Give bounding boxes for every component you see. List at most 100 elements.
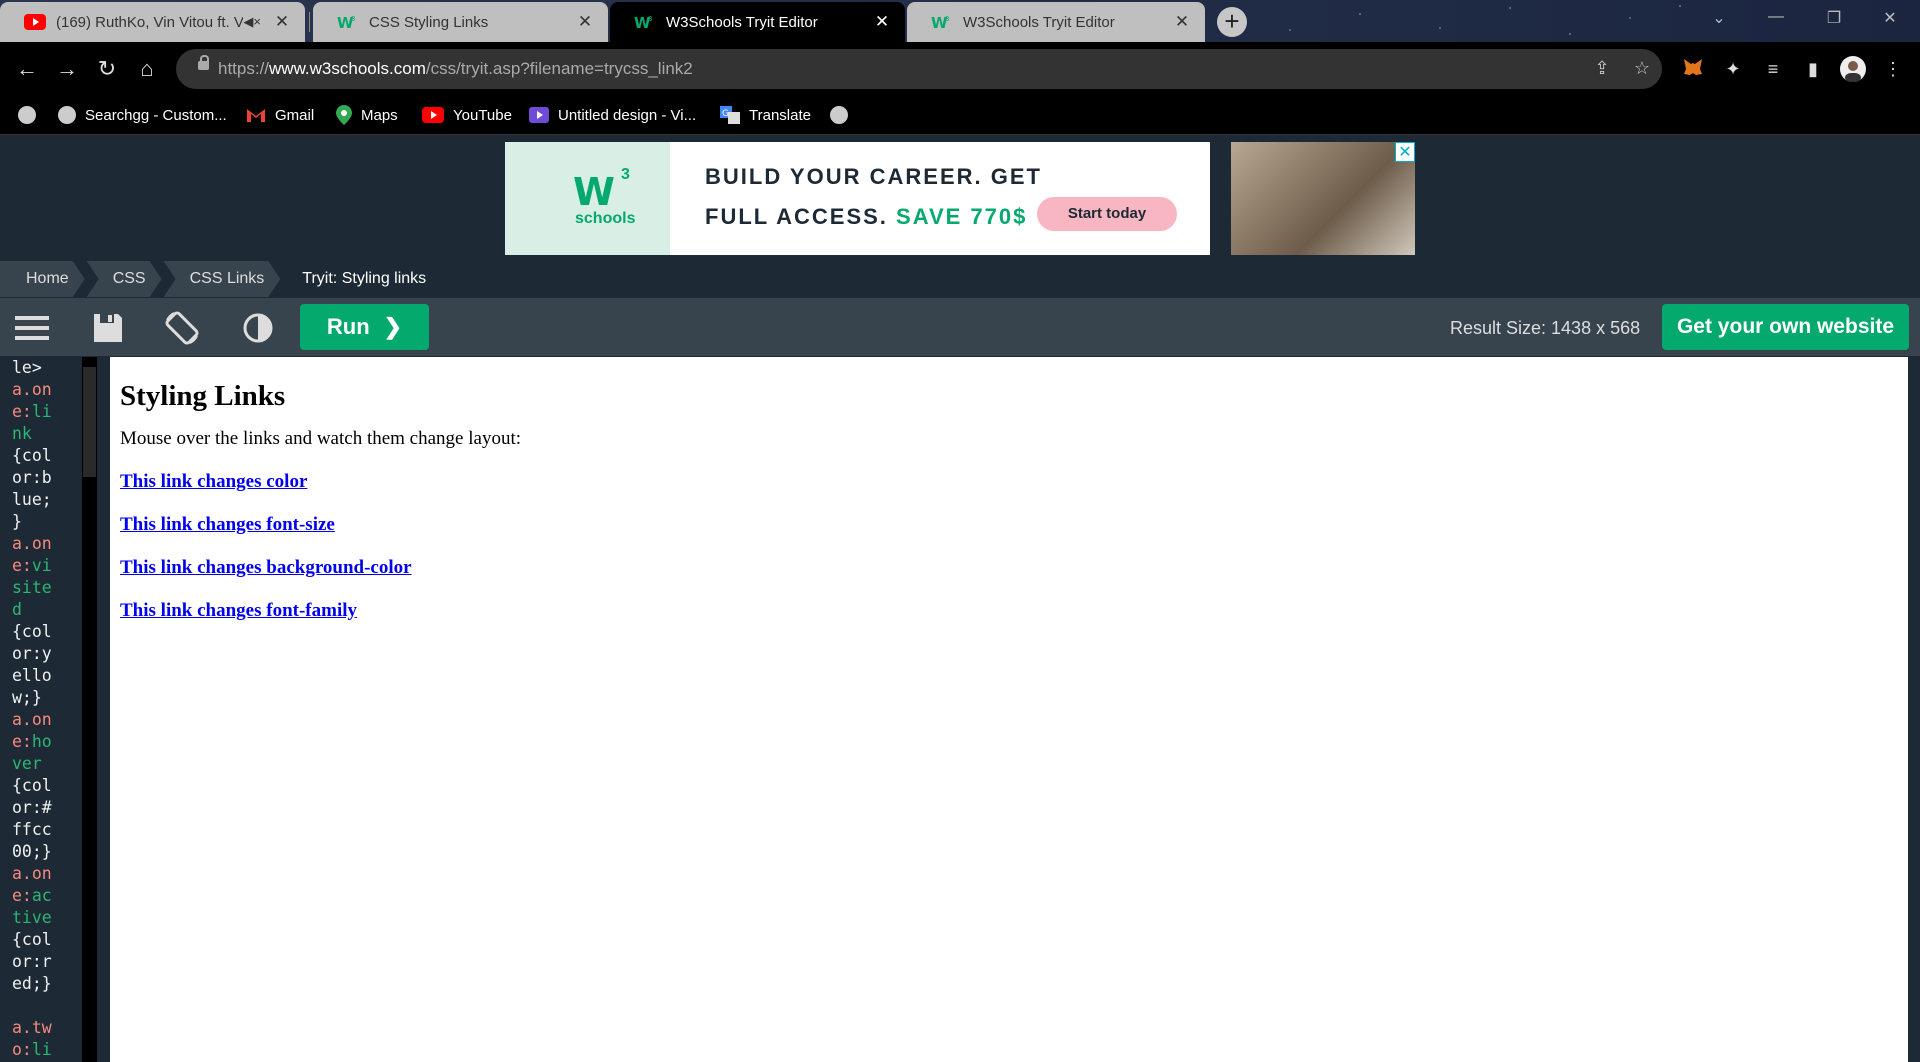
- breadcrumb-css-links[interactable]: CSS Links: [164, 261, 281, 297]
- code-line: {col: [12, 930, 52, 949]
- code-line: d: [12, 600, 22, 619]
- link-changes-font-family[interactable]: This link changes font-family: [120, 600, 357, 621]
- code-editor[interactable]: le> a.on e:li nk {col or:b lue;} a.on e:vi site d {…: [12, 357, 82, 1062]
- tab-close-icon[interactable]: ✕: [576, 12, 594, 32]
- tab-close-icon[interactable]: ✕: [1173, 12, 1191, 32]
- code-line: or:#: [12, 798, 52, 817]
- share-icon[interactable]: ⇪: [1590, 58, 1614, 79]
- code-line: nk: [12, 424, 32, 443]
- run-label: Run: [326, 314, 370, 339]
- browser-toolbar: ← → ↻ ⌂ https://www.w3schools.com/css/tr…: [0, 42, 1920, 96]
- code-line: a.on: [12, 864, 52, 883]
- bookmark-label: Untitled design - Vi...: [558, 106, 697, 124]
- gmail-icon: [247, 109, 265, 122]
- ad-banner[interactable]: W 3 schools BUILD YOUR CAREER. GET FULL …: [505, 142, 1415, 255]
- home-icon[interactable]: ⌂: [132, 54, 162, 84]
- result-frame: Styling Links Mouse over the links and w…: [110, 357, 1908, 1062]
- tab-separator: [309, 12, 310, 32]
- breadcrumb-css[interactable]: CSS: [87, 261, 162, 297]
- tab-close-icon[interactable]: ✕: [873, 12, 891, 32]
- breadcrumb-home[interactable]: Home: [0, 261, 85, 297]
- w3schools-icon: W3: [634, 14, 652, 30]
- speaker-muted-icon[interactable]: ◀×: [243, 14, 261, 30]
- bookmark-youtube[interactable]: YouTube: [422, 102, 512, 128]
- w3schools-icon: W3: [337, 14, 355, 30]
- code-line: {col: [12, 776, 52, 795]
- bookmark-label: Gmail: [275, 106, 315, 124]
- svg-text:3: 3: [945, 15, 949, 23]
- forward-icon[interactable]: →: [52, 54, 82, 84]
- tab-search-icon[interactable]: ⌄: [1699, 8, 1739, 28]
- rotate-layout-icon[interactable]: [164, 310, 200, 346]
- ad-copy-panel: BUILD YOUR CAREER. GET FULL ACCESS. SAVE…: [670, 142, 1210, 255]
- svg-text:3: 3: [648, 15, 652, 23]
- pane-divider[interactable]: [97, 357, 110, 1062]
- code-text[interactable]: le> a.on e:li nk {col or:b lue;} a.on e:vi site d {…: [12, 357, 82, 1061]
- menu-kebab-icon[interactable]: ⋮: [1880, 56, 1906, 82]
- code-scrollbar[interactable]: [82, 357, 97, 1062]
- tab-strip: (169) RuthKo, Vin Vitou ft. V ◀× ✕ W3 CS…: [0, 0, 1920, 42]
- theme-toggle-icon[interactable]: [240, 310, 276, 346]
- url-text[interactable]: https://www.w3schools.com/css/tryit.asp?…: [218, 59, 693, 79]
- scrollbar-thumb[interactable]: [83, 367, 96, 477]
- bookmark-globe-2[interactable]: [830, 102, 857, 128]
- tab-css-styling-links[interactable]: W3 CSS Styling Links ✕: [313, 2, 608, 42]
- bookmark-translate[interactable]: G Translate: [720, 102, 811, 128]
- tab-youtube[interactable]: (169) RuthKo, Vin Vitou ft. V ◀× ✕: [0, 2, 305, 42]
- bookmark-star-icon[interactable]: ☆: [1630, 58, 1654, 79]
- url-host: www.w3schools.com: [269, 59, 426, 78]
- bookmark-label: Maps: [361, 106, 398, 124]
- profile-avatar[interactable]: [1840, 56, 1866, 82]
- tab-title: W3Schools Tryit Editor: [963, 13, 1115, 31]
- bookmark-globe-1[interactable]: [18, 102, 45, 128]
- new-tab-button[interactable]: +: [1217, 7, 1247, 37]
- bookmark-gmail[interactable]: Gmail: [246, 102, 314, 128]
- video-icon: [529, 107, 549, 123]
- url-scheme: https://: [218, 59, 270, 78]
- code-line: or:y: [12, 644, 52, 663]
- logo-superscript: 3: [621, 166, 630, 183]
- code-line: ver: [12, 754, 42, 773]
- tab-tryit-editor[interactable]: W3 W3Schools Tryit Editor ✕: [907, 2, 1205, 42]
- globe-icon: [18, 106, 36, 124]
- start-today-button[interactable]: Start today: [1037, 197, 1177, 231]
- code-line: {col: [12, 622, 52, 641]
- lock-icon[interactable]: [198, 55, 209, 70]
- minimize-icon[interactable]: —: [1756, 8, 1796, 26]
- bookmark-label: YouTube: [453, 106, 512, 124]
- metamask-icon[interactable]: [1680, 56, 1706, 82]
- tab-close-icon[interactable]: ✕: [273, 12, 291, 32]
- run-button[interactable]: Run ❯: [300, 304, 429, 350]
- link-changes-font-size[interactable]: This link changes font-size: [120, 514, 335, 535]
- side-panel-icon[interactable]: ▮: [1800, 56, 1826, 82]
- bookmark-untitled-design[interactable]: Untitled design - Vi...: [529, 102, 696, 128]
- code-line: le>: [12, 358, 42, 377]
- extensions-icon[interactable]: ✦: [1720, 56, 1746, 82]
- back-icon[interactable]: ←: [12, 54, 42, 84]
- ad-headline-prefix: FULL ACCESS.: [705, 204, 888, 229]
- link-changes-color[interactable]: This link changes color: [120, 471, 307, 492]
- media-control-icon[interactable]: ≡: [1760, 56, 1786, 82]
- bookmark-maps[interactable]: Maps: [336, 102, 398, 128]
- code-line: {col: [12, 446, 52, 465]
- bookmark-searchgg[interactable]: Searchgg - Custom...: [58, 102, 227, 128]
- save-icon[interactable]: [90, 310, 126, 346]
- maximize-icon[interactable]: ❐: [1814, 8, 1854, 28]
- hamburger-menu-icon[interactable]: [14, 310, 50, 346]
- youtube-icon: [24, 14, 46, 30]
- code-line: a.tw: [12, 1018, 52, 1037]
- result-intro: Mouse over the links and watch them chan…: [120, 428, 522, 449]
- bookmark-label: Searchgg - Custom...: [85, 106, 227, 124]
- ad-close-icon[interactable]: ✕: [1395, 142, 1415, 162]
- close-window-icon[interactable]: ✕: [1870, 8, 1910, 28]
- address-bar[interactable]: https://www.w3schools.com/css/tryit.asp?…: [176, 49, 1662, 89]
- link-changes-background-color[interactable]: This link changes background-color: [120, 557, 412, 578]
- maps-icon: [336, 105, 352, 125]
- tab-tryit-editor-active[interactable]: W3 W3Schools Tryit Editor ✕: [610, 2, 905, 42]
- svg-text:3: 3: [351, 15, 355, 23]
- code-line: o:li: [12, 1040, 52, 1059]
- reload-icon[interactable]: ↻: [92, 54, 122, 84]
- code-line: e:ac: [12, 886, 52, 905]
- get-your-own-website-button[interactable]: Get your own website: [1662, 304, 1909, 350]
